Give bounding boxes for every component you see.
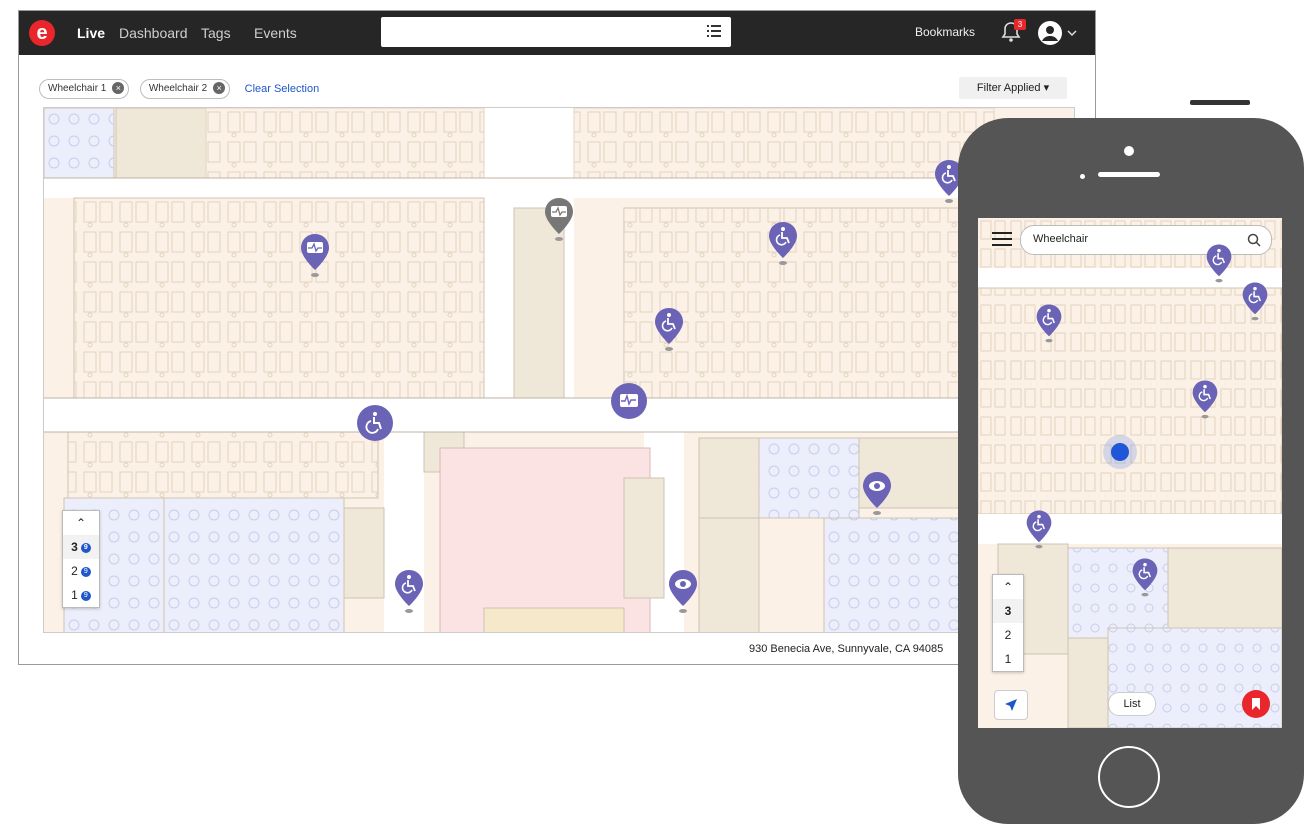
mobile-search-input[interactable]: Wheelchair [1020,225,1272,255]
nav-events[interactable]: Events [254,25,297,41]
search-value: Wheelchair [1033,233,1089,245]
camera-icon [1124,146,1134,156]
top-nav-bar: e Live Dashboard Tags Events Bookmarks 3 [19,11,1095,55]
close-icon[interactable]: × [112,82,125,95]
eye-marker-icon[interactable] [860,470,894,516]
speaker-grille [1098,172,1160,177]
floor-label: 3 [71,540,78,554]
wheelchair-marker-icon[interactable] [1240,280,1270,322]
chip-label: Wheelchair 2 [148,83,208,94]
floor-up-button[interactable]: ⌃ [63,511,99,535]
wheelchair-marker-icon[interactable] [392,568,426,614]
search-input[interactable] [381,17,731,47]
vital-signs-cluster-icon[interactable] [610,382,648,420]
floor-option[interactable]: 39 [63,535,99,559]
wheelchair-marker-icon[interactable] [1130,556,1160,598]
floor-count-badge: 9 [80,542,91,553]
sensor-icon [1080,174,1085,179]
eye-marker-icon[interactable] [666,568,700,614]
wheelchair-marker-icon[interactable] [766,220,800,266]
user-avatar-icon[interactable] [1037,20,1063,46]
close-icon[interactable]: × [213,82,226,95]
list-icon[interactable] [707,24,721,38]
floor-up-button[interactable]: ⌃ [993,575,1023,599]
desktop-app-window: e Live Dashboard Tags Events Bookmarks 3… [18,10,1096,665]
floor-plan-map[interactable]: ⌃ 39 29 19 [43,107,1075,633]
search-icon[interactable] [1247,233,1261,247]
nav-dashboard[interactable]: Dashboard [119,25,188,41]
chevron-up-icon: ⌃ [1002,580,1014,594]
bookmark-button[interactable] [1242,690,1270,718]
chevron-down-icon[interactable] [1067,29,1077,37]
chip-label: Wheelchair 1 [48,83,107,94]
vital-signs-marker-icon[interactable] [542,196,576,242]
list-view-button[interactable]: List [1108,692,1156,716]
building-address: 930 Benecia Ave, Sunnyvale, CA 94085 [749,643,944,655]
mobile-phone: Wheelchair ⌃ 3 2 1 List [958,118,1304,824]
filter-applied-dropdown[interactable]: Filter Applied ▾ [959,77,1067,99]
wheelchair-marker-icon[interactable] [1204,242,1234,284]
floor-option[interactable]: 29 [63,559,99,583]
mobile-floor-selector: ⌃ 3 2 1 [992,574,1024,672]
vital-signs-marker-icon[interactable] [298,232,332,278]
clear-selection-link[interactable]: Clear Selection [245,83,320,95]
home-button[interactable] [1098,746,1160,808]
locate-me-button[interactable] [994,690,1028,720]
floor-option[interactable]: 3 [993,599,1023,623]
floor-option[interactable]: 1 [993,647,1023,671]
floor-count-badge: 9 [80,590,91,601]
menu-icon[interactable] [992,230,1012,246]
bookmark-icon [1252,698,1260,710]
wheelchair-cluster-icon[interactable] [356,404,394,442]
floor-option[interactable]: 2 [993,623,1023,647]
floor-label: 1 [71,588,78,602]
bookmarks-link[interactable]: Bookmarks [915,25,975,39]
wheelchair-marker-icon[interactable] [652,306,686,352]
notification-badge: 3 [1014,19,1026,30]
phone-side-button [1190,100,1250,105]
floor-count-badge: 9 [80,566,91,577]
filter-chip[interactable]: Wheelchair 2 × [139,79,231,99]
chevron-up-icon: ⌃ [75,516,87,530]
app-logo[interactable]: e [29,20,55,46]
current-location-icon [1103,435,1137,469]
wheelchair-marker-icon[interactable] [1190,378,1220,420]
filter-label: Filter Applied [976,82,1041,94]
nav-tags[interactable]: Tags [201,25,231,41]
mobile-map-screen[interactable]: Wheelchair ⌃ 3 2 1 List [978,218,1282,728]
wheelchair-marker-icon[interactable] [1034,302,1064,344]
floor-option[interactable]: 19 [63,583,99,607]
navigation-arrow-icon [1005,699,1017,711]
wheelchair-marker-icon[interactable] [1024,508,1054,550]
nav-live[interactable]: Live [77,25,105,41]
floor-label: 2 [71,564,78,578]
filter-chips: Wheelchair 1 × Wheelchair 2 × Clear Select… [39,79,319,99]
floor-plan-drawing [44,108,1074,632]
filter-chip[interactable]: Wheelchair 1 × [39,79,130,99]
floor-selector: ⌃ 39 29 19 [62,510,100,608]
caret-down-icon: ▾ [1043,82,1050,94]
